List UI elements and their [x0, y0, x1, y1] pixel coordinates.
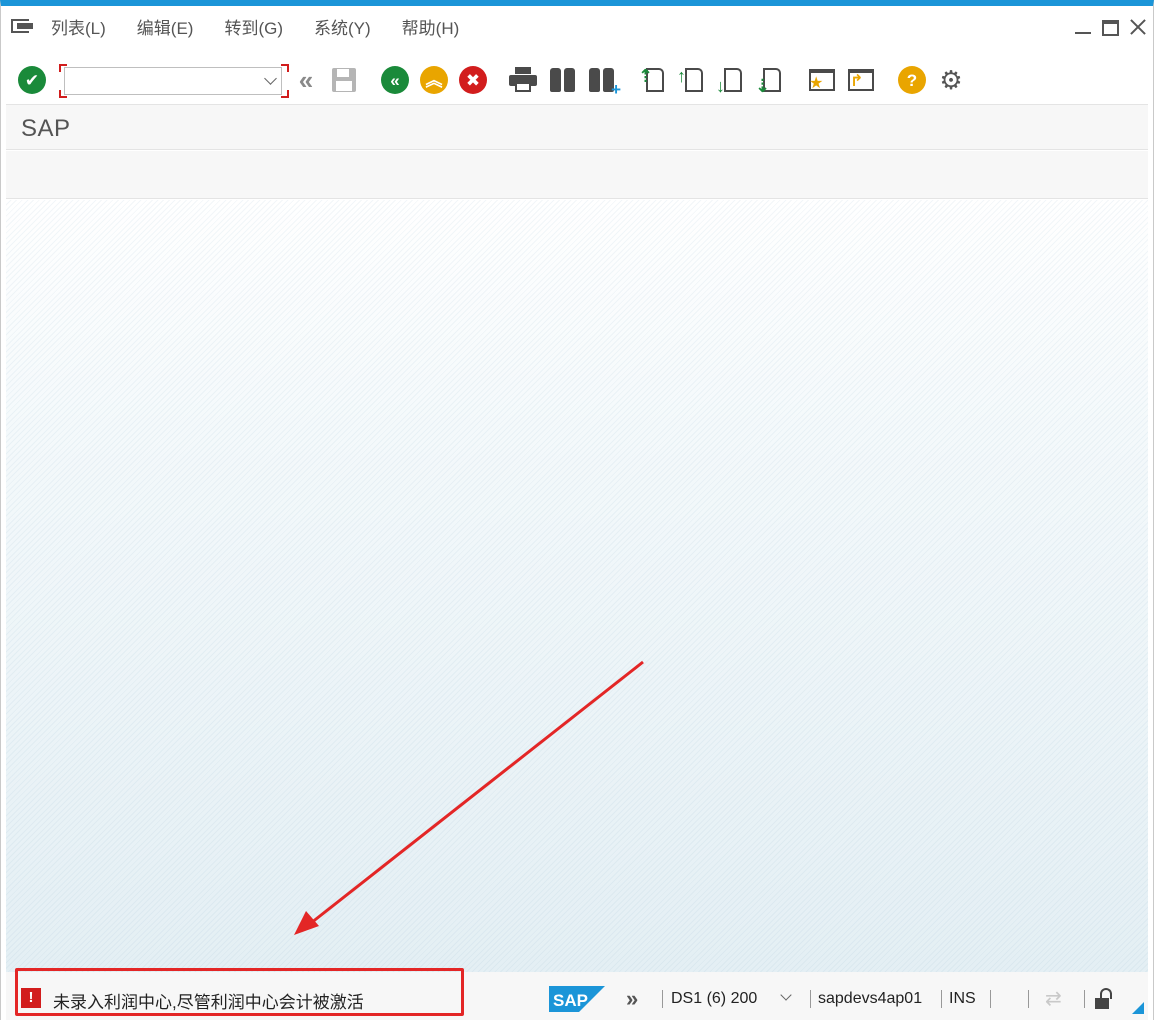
next-page-icon: ↓	[716, 65, 745, 95]
error-icon: !	[21, 988, 41, 1008]
menu-edit[interactable]: 编辑(E)	[137, 14, 194, 39]
system-toolbar: ✔ « « ︽ ✖ + ⇡ ↑ ↓ ⇣ ★ ↱ ? ⚙	[1, 56, 1153, 104]
cancel-icon: ✖	[459, 66, 487, 94]
back-button[interactable]: «	[380, 65, 410, 95]
focus-corner-icon	[281, 64, 289, 72]
find-icon	[548, 66, 578, 94]
next-page-button[interactable]: ↓	[716, 65, 747, 95]
status-separator	[990, 990, 991, 1008]
first-page-button[interactable]: ⇡	[638, 65, 669, 95]
back-double-chevron-icon: «	[298, 64, 314, 95]
hide-command-field-button[interactable]: «	[291, 65, 321, 95]
status-separator	[1028, 990, 1029, 1008]
page-title: SAP	[21, 115, 71, 142]
last-page-button[interactable]: ⇣	[755, 65, 786, 95]
create-session-icon: ★	[807, 66, 837, 94]
status-separator	[662, 990, 663, 1008]
maximize-icon[interactable]	[1102, 19, 1119, 36]
unlock-icon[interactable]	[1095, 988, 1113, 1010]
menu-help[interactable]: 帮助(H)	[402, 14, 460, 39]
save-icon	[332, 68, 356, 92]
system-info[interactable]: DS1 (6) 200	[671, 990, 757, 1008]
status-separator	[1084, 990, 1085, 1008]
command-field[interactable]	[64, 67, 282, 95]
work-area	[6, 200, 1148, 972]
chevron-down-icon[interactable]	[780, 989, 792, 1001]
focus-corner-icon	[281, 90, 289, 98]
status-message[interactable]: 未录入利润中心,尽管利润中心会计被激活	[53, 988, 364, 1013]
find-next-icon: +	[587, 66, 621, 98]
menu-list[interactable]: 列表(L)	[51, 14, 106, 39]
customize-layout-icon: ⚙	[939, 65, 963, 95]
sap-logo-icon: SAP	[549, 986, 605, 1012]
generate-shortcut-icon: ↱	[846, 66, 876, 94]
customize-layout-button[interactable]: ⚙	[936, 65, 966, 95]
print-button[interactable]	[508, 65, 538, 95]
enter-button[interactable]: ✔	[17, 65, 47, 95]
annotation-arrow	[294, 660, 644, 935]
status-separator	[810, 990, 811, 1008]
help-button[interactable]: ?	[897, 65, 927, 95]
title-bar: SAP	[6, 104, 1148, 150]
minimize-icon[interactable]	[1074, 18, 1092, 36]
help-icon: ?	[898, 66, 926, 94]
generate-shortcut-button[interactable]: ↱	[846, 65, 876, 95]
find-next-button[interactable]: +	[587, 65, 621, 98]
sap-gui-window: 列表(L) 编辑(E) 转到(G) 系统(Y) 帮助(H) ✔ « « ︽ ✖ …	[0, 0, 1154, 1020]
menu-bar: 列表(L) 编辑(E) 转到(G) 系统(Y) 帮助(H)	[1, 6, 1153, 46]
back-icon: «	[381, 66, 409, 94]
svg-text:SAP: SAP	[553, 991, 588, 1010]
menu-goto[interactable]: 转到(G)	[224, 14, 283, 39]
menu-system[interactable]: 系统(Y)	[314, 14, 371, 39]
enter-check-icon: ✔	[18, 66, 46, 94]
status-bar: ! 未录入利润中心,尽管利润中心会计被激活 SAP » DS1 (6) 200 …	[6, 968, 1148, 1020]
transfer-icon: ⇄	[1045, 988, 1062, 1010]
cancel-button[interactable]: ✖	[458, 65, 488, 95]
close-icon[interactable]	[1129, 18, 1147, 36]
save-button[interactable]	[329, 65, 359, 95]
resize-grip-icon[interactable]	[1132, 1002, 1144, 1014]
previous-page-button[interactable]: ↑	[677, 65, 708, 95]
exit-icon: ︽	[420, 66, 448, 94]
menu-icon[interactable]	[11, 16, 37, 36]
exit-button[interactable]: ︽	[419, 65, 449, 95]
window-controls	[1074, 18, 1147, 36]
print-icon	[508, 67, 538, 93]
insert-mode[interactable]: INS	[949, 990, 976, 1008]
application-toolbar	[6, 151, 1148, 199]
server-name: sapdevs4ap01	[818, 990, 923, 1007]
last-page-icon: ⇣	[755, 65, 784, 95]
first-page-icon: ⇡	[638, 65, 667, 95]
find-button[interactable]	[548, 65, 578, 95]
system-info-expand-icon[interactable]: »	[626, 986, 638, 1012]
status-separator	[941, 990, 942, 1008]
command-field-wrapper	[59, 64, 289, 98]
create-session-button[interactable]: ★	[807, 65, 837, 95]
previous-page-icon: ↑	[677, 65, 706, 95]
